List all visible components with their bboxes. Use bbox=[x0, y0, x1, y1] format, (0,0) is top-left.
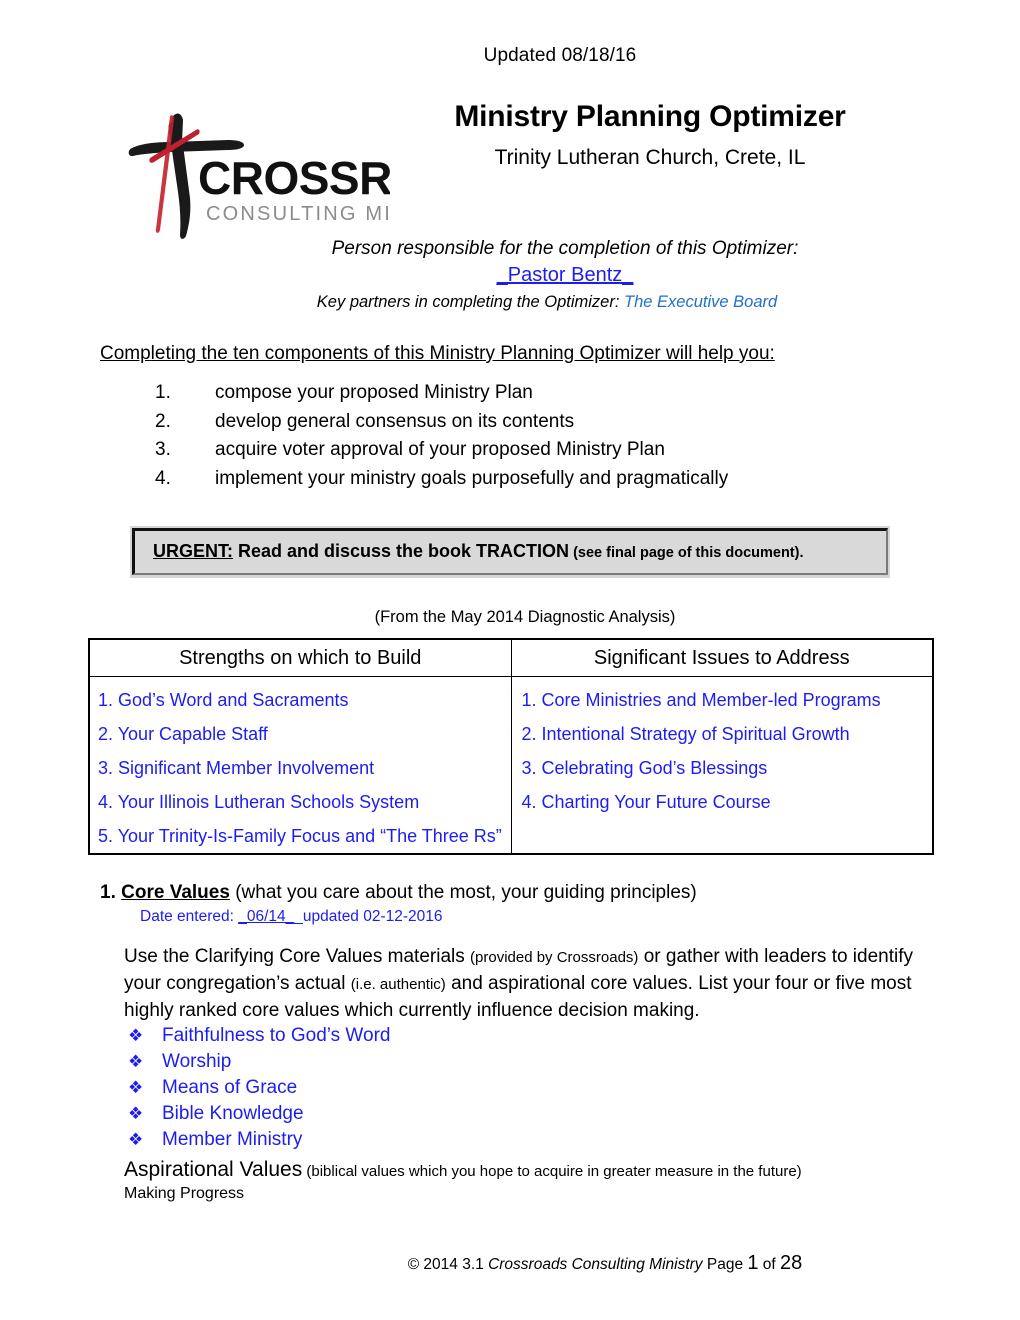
strengths-issues-table: Strengths on which to Build Significant … bbox=[88, 638, 934, 855]
diamond-bullet-icon: ❖ bbox=[128, 1052, 144, 1071]
strength-cell: 3. Significant Member Involvement bbox=[89, 751, 512, 785]
strength-cell: 5. Your Trinity-Is-Family Focus and “The… bbox=[89, 819, 512, 854]
responsible-block: Person responsible for the completion of… bbox=[180, 238, 950, 312]
table-row: 4. Your Illinois Lutheran Schools System… bbox=[89, 785, 933, 819]
table-row: 3. Significant Member Involvement 3. Cel… bbox=[89, 751, 933, 785]
aspirational-values-heading: Aspirational Values (biblical values whi… bbox=[124, 1158, 802, 1182]
updated-date: Updated 08/18/16 bbox=[0, 45, 1020, 67]
list-item: ❖ Member Ministry bbox=[128, 1129, 390, 1151]
table-body: 1. God’s Word and Sacraments 1. Core Min… bbox=[89, 676, 933, 854]
section-1-title-suffix: (what you care about the most, your guid… bbox=[229, 882, 697, 903]
section-1-number: 1. bbox=[100, 882, 116, 903]
date-updated-value[interactable]: _updated 02-12-2016 bbox=[294, 908, 442, 925]
diagnostic-caption: (From the May 2014 Diagnostic Analysis) bbox=[0, 608, 1020, 627]
responsible-prompt: Person responsible for the completion of… bbox=[331, 238, 799, 259]
footer-page-label: Page bbox=[702, 1256, 748, 1273]
instructions-note-1: (provided by Crossroads) bbox=[470, 949, 639, 966]
core-value-label[interactable]: Member Ministry bbox=[162, 1129, 302, 1151]
urgent-main: Read and discuss the book TRACTION bbox=[233, 541, 570, 561]
page-footer: © 2014 3.1 Crossroads Consulting Ministr… bbox=[0, 1252, 1020, 1275]
list-item: 4. implement your ministry goals purpose… bbox=[155, 468, 728, 490]
table-row: 2. Your Capable Staff 2. Intentional Str… bbox=[89, 717, 933, 751]
date-entered-value[interactable]: _06/14_ bbox=[238, 908, 294, 925]
updated-date-text: Updated 08/18/16 bbox=[483, 45, 637, 66]
issue-cell: 1. Core Ministries and Member-led Progra… bbox=[521, 689, 881, 710]
section-1-date-line: Date entered: _06/14__updated 02-12-2016 bbox=[140, 908, 443, 926]
intro-lead: Completing the ten components of this Mi… bbox=[100, 343, 775, 364]
diamond-bullet-icon: ❖ bbox=[128, 1078, 144, 1097]
key-partners-value[interactable]: The Executive Board bbox=[624, 293, 777, 311]
footer-page-number: 1 bbox=[747, 1252, 759, 1274]
core-value-label[interactable]: Faithfulness to God’s Word bbox=[162, 1025, 390, 1047]
page-title: Ministry Planning Optimizer bbox=[454, 100, 846, 133]
key-partners-line: Key partners in completing the Optimizer… bbox=[144, 293, 950, 312]
urgent-text: URGENT: Read and discuss the book TRACTI… bbox=[153, 541, 878, 562]
section-1-heading: 1. Core Values (what you care about the … bbox=[100, 882, 697, 904]
list-item: 3. acquire voter approval of your propos… bbox=[155, 439, 728, 461]
core-value-label[interactable]: Bible Knowledge bbox=[162, 1103, 304, 1125]
urgent-label: URGENT: bbox=[153, 541, 233, 561]
instructions-note-2: (i.e. authentic) bbox=[350, 976, 446, 993]
key-partners-label: Key partners in completing the Optimizer… bbox=[316, 293, 620, 311]
aspirational-values-note: (biblical values which you hope to acqui… bbox=[302, 1163, 802, 1180]
footer-inner: © 2014 3.1 Crossroads Consulting Ministr… bbox=[218, 1252, 803, 1274]
list-item-number: 4. bbox=[155, 467, 171, 489]
strength-cell: 2. Your Capable Staff bbox=[89, 717, 512, 751]
list-item: ❖ Means of Grace bbox=[128, 1077, 390, 1099]
diagnostic-caption-text: (From the May 2014 Diagnostic Analysis) bbox=[374, 608, 676, 626]
urgent-note: (see final page of this document). bbox=[569, 545, 804, 561]
issue-cell: 3. Celebrating God’s Blessings bbox=[521, 757, 768, 778]
table-header-row: Strengths on which to Build Significant … bbox=[88, 638, 934, 677]
date-entered-label: Date entered: bbox=[140, 908, 234, 925]
core-value-label[interactable]: Worship bbox=[162, 1051, 231, 1073]
diamond-bullet-icon: ❖ bbox=[128, 1130, 144, 1149]
diamond-bullet-icon: ❖ bbox=[128, 1026, 144, 1045]
list-item-label: acquire voter approval of your proposed … bbox=[215, 439, 665, 460]
list-item-label: compose your proposed Ministry Plan bbox=[215, 382, 533, 403]
responsible-name-field[interactable]: _Pastor Bentz_ bbox=[180, 264, 950, 287]
core-values-list: ❖ Faithfulness to God’s Word ❖ Worship ❖… bbox=[128, 1025, 390, 1155]
core-value-label[interactable]: Means of Grace bbox=[162, 1077, 297, 1099]
issue-cell bbox=[511, 819, 933, 854]
urgent-callout-inner: URGENT: Read and discuss the book TRACTI… bbox=[132, 528, 888, 575]
issue-cell: 2. Intentional Strategy of Spiritual Gro… bbox=[521, 723, 850, 744]
footer-of: of bbox=[758, 1256, 781, 1273]
footer-copyright: © 2014 3.1 bbox=[407, 1256, 489, 1273]
list-item: ❖ Worship bbox=[128, 1051, 390, 1073]
list-item: ❖ Bible Knowledge bbox=[128, 1103, 390, 1125]
list-item-number: 2. bbox=[155, 410, 171, 432]
strength-cell: 4. Your Illinois Lutheran Schools System bbox=[89, 785, 512, 819]
footer-page-total: 28 bbox=[780, 1252, 803, 1274]
column-header-strengths: Strengths on which to Build bbox=[88, 638, 512, 677]
table-row: 1. God’s Word and Sacraments 1. Core Min… bbox=[89, 676, 933, 717]
urgent-callout: URGENT: Read and discuss the book TRACTI… bbox=[130, 526, 890, 578]
logo-tagline: CONSULTING MINISTRY bbox=[206, 203, 390, 225]
list-item-label: implement your ministry goals purposeful… bbox=[215, 467, 729, 489]
list-item-number: 3. bbox=[155, 439, 171, 460]
section-1-title: Core Values bbox=[121, 882, 230, 903]
list-item-number: 1. bbox=[155, 382, 171, 403]
diamond-bullet-icon: ❖ bbox=[128, 1104, 144, 1123]
aspirational-value-entry[interactable]: Making Progress bbox=[124, 1185, 244, 1203]
list-item-label: develop general consensus on its content… bbox=[215, 410, 575, 432]
table-head: Strengths on which to Build Significant … bbox=[88, 638, 934, 677]
list-item: ❖ Faithfulness to God’s Word bbox=[128, 1025, 390, 1047]
footer-org: Crossroads Consulting Ministry bbox=[488, 1256, 703, 1273]
table-row: 5. Your Trinity-Is-Family Focus and “The… bbox=[89, 819, 933, 854]
list-item: 2. develop general consensus on its cont… bbox=[155, 411, 728, 433]
strength-cell: 1. God’s Word and Sacraments bbox=[89, 676, 512, 717]
list-item: 1. compose your proposed Ministry Plan bbox=[155, 382, 728, 404]
aspirational-values-title: Aspirational Values bbox=[124, 1158, 303, 1181]
section-1-instructions: Use the Clarifying Core Values materials… bbox=[124, 944, 914, 1024]
instructions-part-1: Use the Clarifying Core Values materials bbox=[124, 946, 471, 967]
issue-cell: 4. Charting Your Future Course bbox=[521, 791, 771, 812]
document-page: Updated 08/18/16 CROSSROADS CONSULTING M… bbox=[0, 0, 1020, 1320]
page-subtitle: Trinity Lutheran Church, Crete, IL bbox=[494, 146, 806, 169]
intro-numbered-list: 1. compose your proposed Ministry Plan 2… bbox=[155, 382, 728, 496]
column-header-issues: Significant Issues to Address bbox=[510, 638, 934, 677]
